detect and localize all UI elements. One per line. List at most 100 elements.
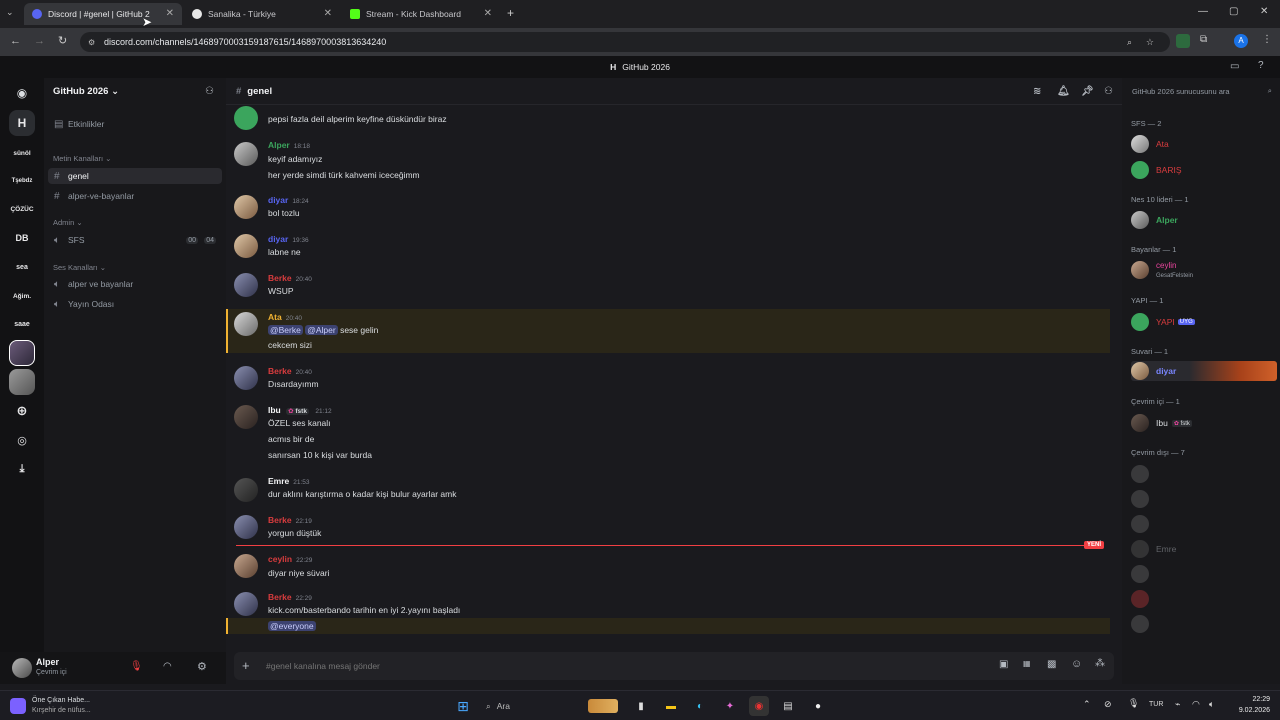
member-item[interactable]: Ibu ✿ fstk (1131, 413, 1276, 433)
server-name-header[interactable]: GitHub 2026 ⌄ (53, 86, 119, 97)
settings-gear-icon[interactable]: ⚙ (197, 660, 207, 673)
zoom-icon[interactable]: ⌕ (1127, 37, 1132, 48)
everyone-mention[interactable]: @everyone (268, 621, 316, 631)
avatar[interactable] (12, 658, 32, 678)
author-name[interactable]: Berke 20:40 (268, 273, 312, 283)
edge-icon[interactable]: ◐ (690, 696, 710, 716)
notification-bell-icon[interactable]: 🔔︎ (1057, 86, 1070, 97)
member-item[interactable] (1131, 514, 1276, 534)
language-indicator[interactable]: TUR (1149, 701, 1163, 708)
close-tab-icon[interactable]: ✕ (484, 8, 492, 19)
avatar[interactable] (234, 142, 258, 166)
member-item[interactable] (1131, 489, 1276, 509)
server-search-input[interactable]: GitHub 2026 sunucusunu ara ⌕ (1128, 84, 1274, 100)
author-name[interactable]: Ata 20:40 (268, 312, 302, 322)
notepad-icon[interactable]: ▤ (778, 696, 798, 716)
server-h[interactable]: H (9, 110, 35, 136)
avatar[interactable] (234, 273, 258, 297)
pin-icon[interactable]: 📌︎ (1081, 86, 1094, 97)
sticker-icon[interactable]: ▩ (1047, 659, 1056, 670)
threads-icon[interactable]: ≋ (1033, 86, 1041, 97)
extensions-puzzle-icon[interactable]: ⧉ (1200, 34, 1207, 45)
close-tab-icon[interactable]: ✕ (166, 8, 174, 19)
network-off-icon[interactable]: ⊘ (1104, 699, 1112, 710)
member-item[interactable]: ceylin GesatFelstein (1131, 260, 1276, 280)
server-db[interactable]: DB (9, 225, 35, 251)
server-image-1[interactable] (9, 340, 35, 366)
channel-sfs[interactable]: 🔈︎ SFS 00 04 (48, 232, 222, 248)
author-name[interactable]: Berke 20:40 (268, 366, 312, 376)
close-tab-icon[interactable]: ✕ (324, 8, 332, 19)
close-window-icon[interactable]: ✕ (1260, 6, 1268, 17)
clock[interactable]: 22:29 9.02.2026 (1228, 694, 1270, 716)
avatar[interactable] (234, 554, 258, 578)
reload-icon[interactable]: ↻ (58, 34, 67, 47)
news-widget[interactable]: Öne Çıkan Habe... Kırşehir de nüfus... (10, 694, 130, 718)
tab-kick[interactable]: Stream - Kick Dashboard ✕ (342, 3, 500, 25)
events-item[interactable]: ▤ Etkinlikler (48, 116, 222, 132)
server-saae[interactable]: saae (9, 311, 35, 337)
member-item[interactable]: diyar (1131, 361, 1277, 381)
discover-icon[interactable]: ◎ (9, 427, 35, 453)
mute-mic-icon[interactable]: 🎙︎ (130, 661, 143, 672)
avatar[interactable] (234, 366, 258, 390)
server-sunol[interactable]: sünöl (9, 140, 35, 166)
server-sea[interactable]: sea (9, 254, 35, 280)
help-icon[interactable]: ? (1258, 60, 1264, 71)
server-cozuc[interactable]: ÇÖZÜC (9, 196, 35, 222)
gif-icon[interactable]: ▦ (1023, 659, 1031, 668)
invite-people-icon[interactable]: ⚇ (205, 86, 214, 97)
mic-icon[interactable]: 🎙︎ (1128, 698, 1139, 709)
tray-icon-1[interactable]: ⌁ (1175, 699, 1180, 710)
avatar[interactable] (234, 515, 258, 539)
attach-plus-icon[interactable]: + (242, 658, 250, 673)
user-mention[interactable]: @Alper (305, 325, 338, 335)
author-name[interactable]: Berke 22:29 (268, 592, 312, 602)
system-tray-chevron-icon[interactable]: ⌃ (1083, 699, 1091, 710)
tab-list-dropdown-icon[interactable]: ⌄ (6, 7, 14, 18)
add-server-icon[interactable]: ⊕ (9, 398, 35, 424)
browser-menu-icon[interactable]: ⋮ (1262, 34, 1272, 45)
chrome-icon[interactable]: ◉ (749, 696, 769, 716)
inbox-icon[interactable]: ▭ (1230, 61, 1239, 72)
member-item[interactable]: BARIŞ (1131, 160, 1276, 180)
back-icon[interactable]: ← (10, 35, 21, 47)
author-name[interactable]: Ibu ✿ fstk 21:12 (268, 405, 332, 415)
avatar[interactable] (234, 106, 258, 130)
avatar[interactable] (234, 195, 258, 219)
member-item[interactable]: Emre (1131, 539, 1276, 559)
avatar[interactable] (234, 405, 258, 429)
emoji-icon[interactable]: ☺ (1071, 658, 1082, 670)
message-input[interactable] (266, 658, 966, 674)
author-name[interactable]: diyar 18:24 (268, 195, 309, 205)
member-item[interactable]: Ata (1131, 134, 1276, 154)
copilot-icon[interactable]: ✦ (720, 696, 740, 716)
taskbar-search[interactable]: ⌕ Ara (480, 696, 620, 716)
voice-channel-alper-ve-bayanlar[interactable]: 🔈︎ alper ve bayanlar (48, 276, 222, 292)
member-list-icon[interactable]: ⚇ (1104, 86, 1113, 97)
avatar[interactable] (234, 592, 258, 616)
author-name[interactable]: Alper 18:18 (268, 140, 310, 150)
avatar[interactable] (234, 312, 258, 336)
member-item[interactable] (1131, 464, 1276, 484)
task-view-icon[interactable]: ▮ (631, 696, 651, 716)
profile-avatar[interactable]: A (1234, 34, 1248, 48)
tab-discord[interactable]: Discord | #genel | GitHub 2 ✕ (24, 3, 182, 25)
avatar[interactable] (234, 234, 258, 258)
minimize-icon[interactable]: — (1198, 6, 1208, 17)
voice-channel-yayin-odasi[interactable]: 🔈︎ Yayın Odası (48, 296, 222, 312)
category-admin[interactable]: Admin ⌄ (53, 218, 83, 227)
gift-icon[interactable]: ▣ (999, 659, 1008, 670)
category-text-channels[interactable]: Metin Kanalları ⌄ (53, 154, 111, 163)
windows-start-icon[interactable]: ⊞ (453, 696, 473, 716)
extension-icon[interactable] (1176, 34, 1190, 48)
maximize-icon[interactable]: ▢ (1229, 6, 1238, 17)
category-voice-channels[interactable]: Ses Kanalları ⌄ (53, 263, 106, 272)
author-name[interactable]: Berke 22:19 (268, 515, 312, 525)
server-image-2[interactable] (9, 369, 35, 395)
apps-icon[interactable]: ⁂ (1095, 658, 1105, 669)
member-item[interactable] (1131, 589, 1276, 609)
member-item[interactable] (1131, 614, 1276, 634)
server-tsebdz[interactable]: Tşebdz (9, 168, 35, 194)
download-icon[interactable]: ⤓ (9, 456, 35, 482)
